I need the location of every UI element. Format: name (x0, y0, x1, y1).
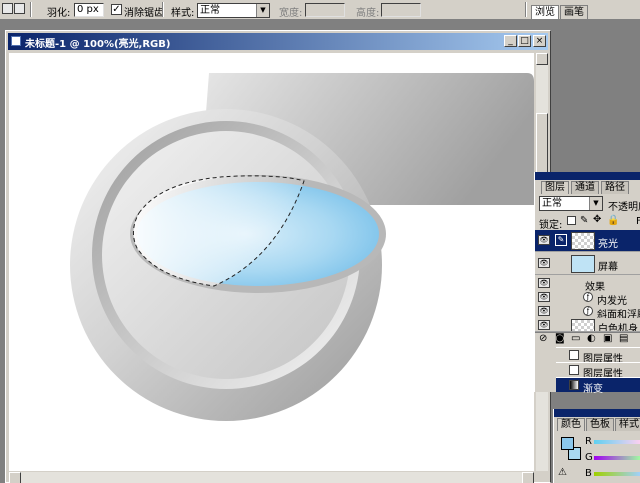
maximize-button[interactable]: □ (518, 35, 531, 47)
horizontal-scrollbar[interactable] (9, 472, 534, 483)
blend-mode-value: 正常 (542, 198, 562, 209)
fx-icon: ƒ (583, 292, 593, 302)
brush-link-icon: ✎ (555, 234, 567, 246)
warning-icon[interactable]: ⚠ (558, 467, 567, 478)
red-slider[interactable] (594, 440, 640, 444)
opacity-label: 不透明度 (608, 202, 640, 213)
tab-brushes[interactable]: 画笔 (560, 5, 588, 19)
channel-label-r: R (585, 436, 592, 447)
folder-icon[interactable]: ▭ (571, 333, 580, 344)
effect-inner-glow[interactable]: 👁 ƒ 内发光 (535, 290, 640, 307)
history-state-icon (569, 350, 579, 360)
height-input (381, 3, 421, 17)
image-canvas[interactable] (9, 53, 534, 471)
layers-panel-header[interactable] (535, 172, 640, 180)
eye-icon[interactable]: 👁 (538, 320, 550, 330)
new-layer-icon[interactable]: ▣ (603, 333, 612, 344)
layer-name: 屏幕 (598, 262, 618, 273)
feather-label: 羽化: (47, 8, 71, 19)
scroll-right-arrow[interactable] (522, 472, 534, 483)
eye-icon[interactable]: 👁 (538, 292, 550, 302)
blue-slider[interactable] (594, 472, 640, 476)
antialias-label: 消除锯齿 (124, 8, 164, 19)
style-select[interactable]: 正常 ▼ (197, 3, 270, 18)
layer-row-white-body[interactable]: 👁 白色机身 (535, 318, 640, 332)
channel-label-b: B (585, 468, 592, 479)
toolbar-separator (162, 2, 164, 17)
width-input (305, 3, 345, 17)
lock-brush-icon[interactable]: ✎ (580, 215, 588, 226)
minimize-button[interactable]: _ (504, 35, 517, 47)
effects-row[interactable]: 👁 效果 (535, 276, 640, 293)
trash-icon[interactable]: ▤ (619, 333, 628, 344)
layer-row-highlight[interactable]: 👁 ✎ 亮光 (535, 230, 640, 252)
document-icon (11, 36, 21, 46)
layer-name: 亮光 (598, 239, 618, 250)
toolbar-separator (525, 2, 527, 17)
scroll-left-arrow[interactable] (9, 472, 21, 483)
scroll-up-arrow[interactable] (536, 53, 548, 65)
color-panel: 颜色 色板 样式 R G ⚠ B (553, 409, 640, 483)
style-select-value: 正常 (200, 5, 220, 16)
layer-row-screen[interactable]: 👁 屏幕 (535, 253, 640, 275)
options-toolbar: 羽化: 0 px ✓ 消除锯齿 样式: 正常 ▼ 宽度: 高度: 浏览 画笔 (0, 0, 640, 20)
lock-transparency-icon[interactable] (567, 216, 576, 225)
green-slider[interactable] (594, 456, 640, 460)
antialias-checkbox[interactable]: ✓ (111, 4, 122, 15)
tab-channels[interactable]: 通道 (571, 181, 599, 194)
eye-icon[interactable]: 👁 (538, 278, 550, 288)
eye-icon[interactable]: 👁 (538, 258, 550, 268)
height-label: 高度: (356, 8, 380, 19)
blend-mode-select[interactable]: 正常 ▼ (539, 196, 603, 211)
layer-thumbnail (571, 255, 595, 273)
layer-thumbnail (571, 319, 595, 331)
style-label: 样式: (171, 8, 195, 19)
tab-color[interactable]: 颜色 (557, 418, 585, 431)
document-title: 未标题-1 @ 100%(亮光,RGB) (25, 39, 171, 50)
tab-layers[interactable]: 图层 (541, 181, 569, 194)
eye-icon[interactable]: 👁 (538, 235, 550, 245)
lock-move-icon[interactable]: ✥ (593, 214, 601, 225)
tab-browser[interactable]: 浏览 (531, 5, 559, 19)
eye-icon[interactable]: 👁 (538, 306, 550, 316)
fx-icon: ƒ (583, 306, 593, 316)
foreground-swatch[interactable] (561, 437, 574, 450)
history-item-label: 渐变 (583, 384, 603, 395)
layer-name: 白色机身 (598, 324, 638, 332)
effect-bevel-emboss[interactable]: 👁 ƒ 斜面和浮雕 (535, 304, 640, 321)
layer-thumbnail (571, 232, 595, 250)
history-item[interactable]: 图层属性 (556, 362, 640, 380)
gradient-icon (569, 380, 579, 390)
artwork-svg (70, 73, 534, 421)
adjustment-icon[interactable]: ◐ (587, 333, 596, 344)
subtract-selection-icon[interactable] (14, 3, 25, 14)
layers-panel-footer: ⊘ ◙ ▭ ◐ ▣ ▤ (535, 332, 640, 344)
tab-swatches[interactable]: 色板 (586, 418, 614, 431)
width-label: 宽度: (279, 8, 303, 19)
history-item[interactable]: 图层属性 (556, 347, 640, 365)
tab-paths[interactable]: 路径 (601, 181, 629, 194)
tab-styles[interactable]: 样式 (615, 418, 640, 431)
lock-label: 锁定: (539, 220, 563, 231)
history-state-icon (569, 365, 579, 375)
fill-label: F (636, 216, 640, 227)
color-panel-header[interactable] (554, 409, 640, 417)
link-icon[interactable]: ⊘ (539, 333, 547, 344)
new-selection-icon[interactable] (2, 3, 13, 14)
channel-label-g: G (585, 452, 593, 463)
history-item-selected[interactable]: 渐变 (556, 377, 640, 395)
document-titlebar[interactable]: 未标题-1 @ 100%(亮光,RGB) _ □ × (8, 33, 548, 50)
feather-input[interactable]: 0 px (74, 3, 104, 17)
mask-icon[interactable]: ◙ (555, 333, 565, 344)
dropdown-arrow-icon[interactable]: ▼ (589, 197, 602, 210)
toolbar-separator (30, 2, 32, 17)
close-button[interactable]: × (533, 35, 546, 47)
dropdown-arrow-icon[interactable]: ▼ (256, 4, 269, 17)
lock-all-icon[interactable]: 🔒 (607, 215, 619, 226)
document-window: 未标题-1 @ 100%(亮光,RGB) _ □ × (5, 30, 551, 483)
